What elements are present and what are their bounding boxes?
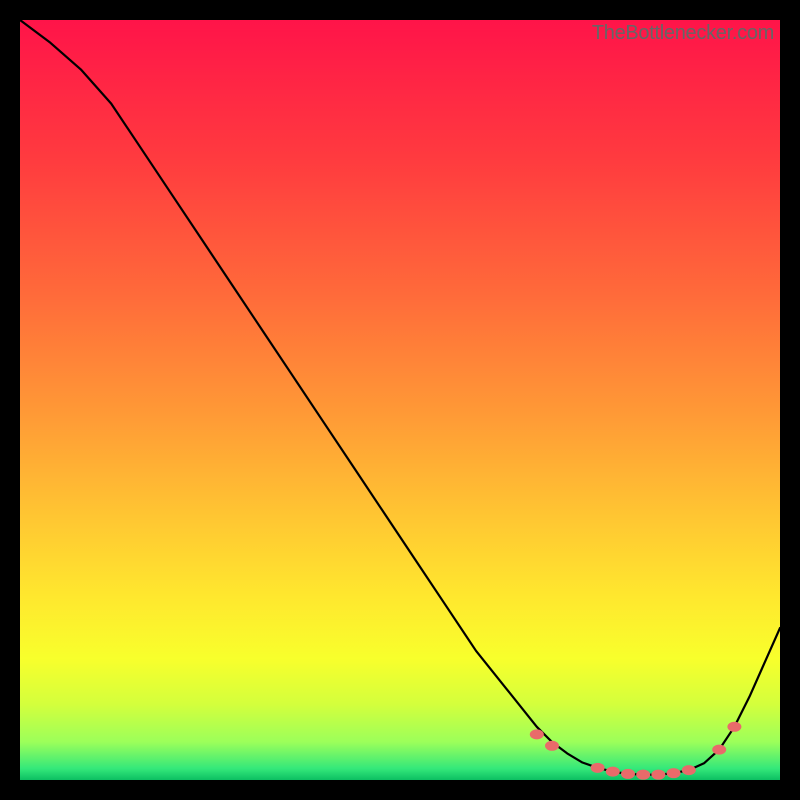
data-marker [667, 768, 681, 778]
data-marker [606, 767, 620, 777]
bottleneck-chart [20, 20, 780, 780]
data-marker [712, 745, 726, 755]
data-marker [682, 765, 696, 775]
data-marker [651, 770, 665, 780]
chart-frame: TheBottlenecker.com [20, 20, 780, 780]
data-marker [545, 741, 559, 751]
data-marker [591, 763, 605, 773]
data-marker [727, 722, 741, 732]
watermark-text: TheBottlenecker.com [592, 22, 774, 45]
gradient-background [20, 20, 780, 780]
data-marker [621, 769, 635, 779]
data-marker [636, 770, 650, 780]
data-marker [530, 729, 544, 739]
